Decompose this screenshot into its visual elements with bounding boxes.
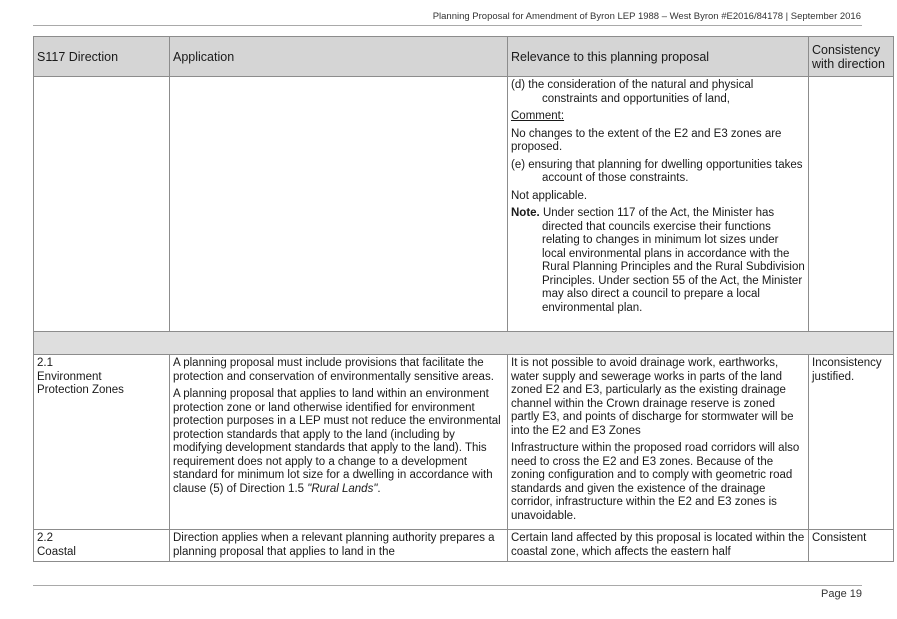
column-header-application: Application xyxy=(169,36,508,77)
cell-consistency-empty xyxy=(808,76,894,332)
cell-application-empty xyxy=(169,76,508,332)
footer-rule xyxy=(33,585,862,586)
cell-relevance-2-2: Certain land affected by this proposal i… xyxy=(507,529,809,562)
rural-lands-italic: "Rural Lands" xyxy=(307,482,378,495)
cell-relevance-2-1: It is not possible to avoid drainage wor… xyxy=(507,354,809,530)
column-header-direction: S117 Direction xyxy=(33,36,170,77)
table-row-continued: (d) the consideration of the natural and… xyxy=(33,76,894,332)
comment-text: No changes to the extent of the E2 and E… xyxy=(511,127,782,154)
column-header-consistency: Consistency with direction xyxy=(808,36,894,77)
not-applicable-text: Not applicable. xyxy=(511,189,588,202)
page-number: Page 19 xyxy=(821,588,862,600)
cell-direction-2-2: 2.2Coastal xyxy=(33,529,170,562)
table-row-2-1: 2.1Environment Protection Zones A planni… xyxy=(33,354,894,530)
cell-application-2-2: Direction applies when a relevant planni… xyxy=(169,529,508,562)
note-text: Under section 117 of the Act, the Minist… xyxy=(539,207,805,314)
note-paragraph: Note. Under section 117 of the Act, the … xyxy=(511,207,805,315)
item-e: (e) ensuring that planning for dwelling … xyxy=(511,158,803,185)
cell-consistency-2-1: Inconsistency justified. xyxy=(808,354,894,530)
relevance-paragraph-2: Infrastructure within the proposed road … xyxy=(511,442,800,522)
comment-label: Comment: xyxy=(511,110,565,122)
cell-relevance-continued: (d) the consideration of the natural and… xyxy=(507,76,809,332)
cell-consistency-2-2: Consistent xyxy=(808,529,894,562)
band-cell xyxy=(33,331,894,355)
running-header: Planning Proposal for Amendment of Byron… xyxy=(432,11,861,22)
s117-directions-table: S117 Direction Application Relevance to … xyxy=(33,36,894,562)
table-row-2-2: 2.2Coastal Direction applies when a rele… xyxy=(33,529,894,562)
direction-title: Coastal xyxy=(37,545,76,558)
application-paragraph-1: A planning proposal must include provisi… xyxy=(173,357,494,383)
item-d: (d) the consideration of the natural and… xyxy=(511,79,754,105)
direction-number: 2.2 xyxy=(37,532,53,544)
relevance-paragraph-1: It is not possible to avoid drainage wor… xyxy=(511,357,794,437)
header-rule xyxy=(33,25,862,26)
cell-application-2-1: A planning proposal must include provisi… xyxy=(169,354,508,530)
table-header-row: S117 Direction Application Relevance to … xyxy=(33,36,894,77)
cell-direction-empty xyxy=(33,76,170,332)
table-section-band xyxy=(33,331,894,355)
direction-title: Environment Protection Zones xyxy=(37,370,124,397)
column-header-relevance: Relevance to this planning proposal xyxy=(507,36,809,77)
direction-number: 2.1 xyxy=(37,357,53,369)
note-label: Note. xyxy=(511,207,540,219)
application-paragraph-2: A planning proposal that applies to land… xyxy=(173,388,501,495)
cell-direction-2-1: 2.1Environment Protection Zones xyxy=(33,354,170,530)
